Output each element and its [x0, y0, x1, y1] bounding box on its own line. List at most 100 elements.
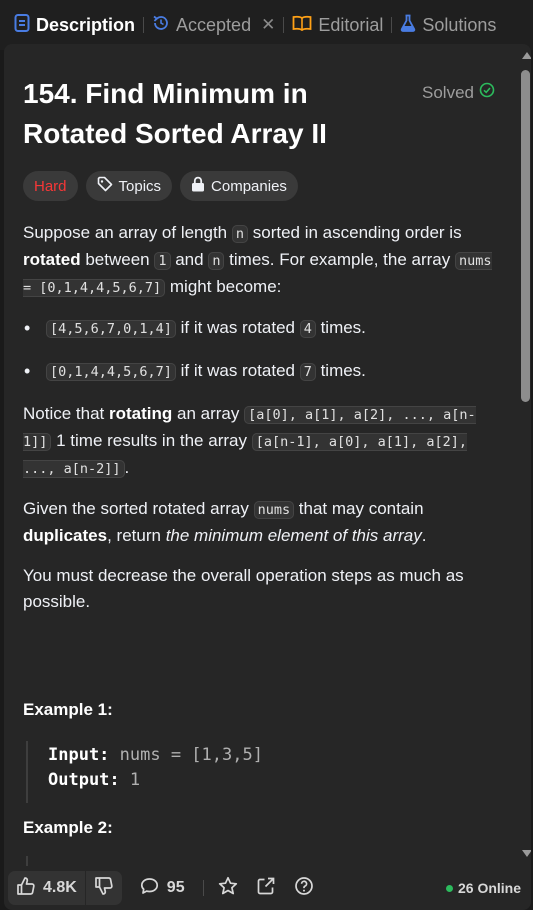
example-output-line: Output: 1	[48, 768, 496, 793]
output-label: Output:	[48, 770, 120, 790]
text: an array	[172, 404, 245, 423]
inline-code: 1	[154, 252, 171, 270]
online-dot-icon	[446, 884, 453, 892]
difficulty-label: Hard	[34, 177, 67, 195]
italic-text: the minimum element of this array	[165, 526, 422, 545]
tab-bar: Description Accepted ✕ Editorial Solutio…	[0, 0, 533, 50]
tab-accepted-label: Accepted	[176, 14, 252, 35]
toolbar-divider	[202, 880, 204, 896]
online-count: 26 Online	[458, 880, 522, 896]
list-item: [4,5,6,7,0,1,4] if it was rotated 4 time…	[23, 315, 499, 342]
companies-button[interactable]: Companies	[180, 171, 298, 201]
inline-code: n	[231, 225, 249, 243]
text: .	[421, 526, 427, 545]
inline-code: 7	[299, 363, 316, 381]
tab-solutions[interactable]: Solutions	[394, 8, 502, 42]
text: times.	[315, 318, 366, 337]
text: Suppose an array of length	[23, 223, 232, 242]
difficulty-badge: Hard	[23, 171, 78, 201]
text: might become:	[165, 277, 282, 296]
bold-text: rotated	[23, 250, 81, 269]
rotation-examples-list: [4,5,6,7,0,1,4] if it was rotated 4 time…	[23, 315, 499, 385]
tab-description[interactable]: Description	[8, 8, 141, 42]
tab-description-label: Description	[36, 14, 136, 35]
check-circle-icon	[479, 82, 495, 103]
tag-chips: Hard Topics Companies	[23, 171, 298, 201]
description-panel: 154. Find Minimum in Rotated Sorted Arra…	[4, 44, 531, 910]
example-2-block	[26, 856, 496, 866]
output-value: 1	[119, 770, 141, 790]
tag-icon	[97, 176, 113, 196]
like-count: 4.8K	[43, 879, 77, 896]
help-circle-icon	[294, 876, 314, 901]
description-paragraph: Given the sorted rotated array nums that…	[23, 496, 499, 549]
scrollbar-thumb[interactable]	[521, 70, 530, 402]
close-tab-icon[interactable]: ✕	[261, 15, 275, 35]
tab-editorial[interactable]: Editorial	[286, 8, 389, 42]
share-button[interactable]	[256, 876, 276, 901]
input-label: Input:	[48, 745, 110, 765]
flask-icon	[400, 14, 416, 37]
description-icon	[14, 13, 30, 37]
bold-text: duplicates	[23, 526, 108, 545]
book-icon	[292, 15, 312, 36]
comments-button[interactable]: 95	[140, 877, 185, 900]
text: if it was rotated	[175, 318, 300, 337]
solved-label: Solved	[422, 82, 474, 102]
like-button[interactable]: 4.8K	[8, 876, 85, 901]
companies-label: Companies	[211, 177, 287, 195]
comment-icon	[140, 877, 159, 900]
vote-group: 4.8K	[8, 871, 122, 905]
text: that may contain	[294, 499, 424, 518]
tab-solutions-label: Solutions	[422, 14, 497, 35]
thumbs-down-icon	[94, 876, 114, 901]
dislike-button[interactable]	[86, 876, 122, 901]
description-paragraph: You must decrease the overall operation …	[23, 566, 464, 611]
topics-label: Topics	[118, 177, 162, 195]
scroll-up-arrow-icon[interactable]	[522, 52, 531, 59]
online-indicator: 26 Online	[446, 866, 521, 910]
inline-code: nums	[253, 501, 295, 519]
solved-status: Solved	[422, 82, 495, 103]
description-content: 154. Find Minimum in Rotated Sorted Arra…	[4, 44, 516, 866]
list-item: [0,1,4,4,5,6,7] if it was rotated 7 time…	[23, 358, 499, 385]
tab-editorial-label: Editorial	[318, 14, 384, 35]
bottom-toolbar: 4.8K 95 26 Online	[4, 866, 531, 910]
external-link-icon	[256, 876, 276, 901]
scroll-down-arrow-icon[interactable]	[522, 850, 531, 857]
scrollbar[interactable]	[519, 44, 531, 866]
feedback-button[interactable]	[294, 876, 314, 901]
history-icon	[152, 14, 170, 37]
text: sorted in ascending order is	[248, 223, 462, 242]
text: Notice that	[23, 404, 109, 423]
tab-divider	[143, 17, 145, 33]
tab-accepted[interactable]: Accepted ✕	[146, 8, 281, 42]
example-1-block: Input: nums = [1,3,5] Output: 1	[26, 741, 496, 803]
inline-code: n	[208, 252, 225, 270]
lock-icon	[191, 176, 205, 196]
topics-button[interactable]: Topics	[85, 171, 173, 201]
text: , return	[107, 526, 166, 545]
bold-text: rotating	[109, 404, 173, 423]
text: between	[80, 250, 155, 269]
problem-description: Suppose an array of length n sorted in a…	[23, 220, 499, 629]
text: if it was rotated	[175, 361, 300, 380]
favorite-button[interactable]	[218, 876, 238, 901]
text: times.	[315, 361, 366, 380]
text: times. For example, the array	[224, 250, 455, 269]
example-1-title: Example 1:	[23, 700, 113, 719]
input-value: nums = [1,3,5]	[109, 745, 263, 765]
inline-code: [4,5,6,7,0,1,4]	[46, 320, 176, 338]
problem-title[interactable]: 154. Find Minimum in Rotated Sorted Arra…	[23, 74, 403, 154]
inline-code: [0,1,4,4,5,6,7]	[46, 363, 176, 381]
text: and	[170, 250, 209, 269]
example-input-line: Input: nums = [1,3,5]	[48, 743, 496, 768]
tab-divider	[391, 17, 393, 33]
text: .	[124, 458, 130, 477]
comment-count: 95	[166, 879, 185, 896]
text: Given the sorted rotated array	[23, 499, 254, 518]
inline-code: 4	[299, 320, 316, 338]
description-paragraph: Notice that rotating an array [a[0], a[1…	[23, 401, 499, 482]
star-icon	[218, 876, 238, 901]
thumbs-up-icon	[16, 876, 36, 901]
